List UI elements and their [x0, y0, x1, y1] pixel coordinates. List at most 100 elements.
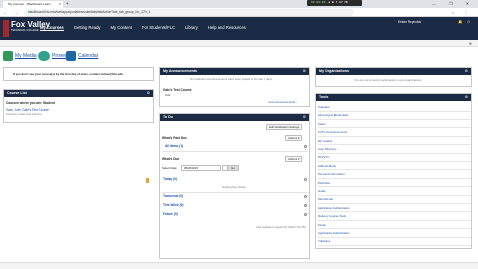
nav-for-students[interactable]: For Students/FLC [142, 25, 175, 30]
gear-icon[interactable]: ⚙ [465, 94, 468, 101]
expand-icon[interactable] [304, 213, 307, 216]
tool-link[interactable]: Tasks [318, 122, 325, 126]
divider [162, 151, 308, 152]
browser-tab[interactable]: My Courses – Blackboard Learn × [3, 1, 63, 8]
mouse-cursor-icon [146, 178, 149, 183]
tools-title: Tools [319, 95, 329, 99]
notice-text: If you don't see your course(s) by the f… [13, 72, 123, 76]
gear-icon[interactable]: ⚙ [465, 68, 468, 75]
announcement-item[interactable]: Test [165, 93, 170, 97]
edit-notification-settings-button[interactable]: Edit Notification Settings [266, 124, 303, 130]
whats-due-label: What's Due [162, 157, 180, 161]
course-list-module: Course List ⚙ Courses where you are: Stud… [3, 89, 154, 123]
tool-link[interactable]: Address Book [318, 164, 336, 168]
divider [318, 110, 471, 111]
tab-title: My Courses – Blackboard Learn [8, 2, 51, 6]
tool-link[interactable]: FVTC Announcements [318, 130, 347, 134]
tool-link[interactable]: Application Authorization [318, 231, 350, 235]
tool-link[interactable]: Calendar [318, 105, 330, 109]
announcement-course-title: Gale's Test Course [163, 88, 192, 92]
divider [318, 228, 471, 229]
this-week-toggle[interactable]: This Week (0) [163, 203, 184, 207]
select-date-input[interactable]: 08/28/2023 [181, 165, 221, 171]
tomorrow-toggle[interactable]: Tomorrow (0) [163, 194, 183, 198]
divider [318, 144, 471, 145]
announcements-empty-text: No Institution Announcements have been p… [190, 77, 273, 81]
divider [318, 202, 471, 204]
screen-recorder-widget[interactable]: 00:00:00 ● ■ 7.87 Mb [307, 0, 362, 6]
my-media-link[interactable]: My Media [15, 53, 37, 59]
today-toggle[interactable]: Today (0) [163, 177, 177, 181]
tool-link[interactable]: Goals [318, 189, 326, 193]
gear-icon[interactable]: ⚙ [147, 90, 150, 97]
past-due-label: What's Past Due [162, 136, 187, 140]
window-controls[interactable]: — ❐ ✕ [432, 0, 475, 7]
course-list-header: Course List ⚙ [4, 90, 153, 97]
divider [318, 169, 471, 170]
gear-icon[interactable]: ⚙ [303, 68, 306, 75]
nav-my-courses[interactable]: My Courses [40, 25, 64, 31]
tools-header: Tools ⚙ [316, 94, 471, 101]
divider [318, 244, 471, 246]
divider [318, 236, 471, 237]
divider [318, 177, 471, 179]
announcements-title: My Announcements [163, 69, 198, 73]
recorder-status: ● ■ 7.87 Mb [328, 1, 349, 4]
course-instructor: Instructor: Gale Joel (Admin) [6, 112, 42, 116]
divider [318, 135, 471, 137]
organizations-module: My Organizations ⚙ You are not currently … [315, 67, 472, 87]
nav-getting-ready[interactable]: Getting Ready [74, 25, 101, 30]
tool-link[interactable]: Application Authorization [318, 206, 350, 210]
notifications-logout-icons[interactable]: 🔔 ⏻ [458, 20, 472, 25]
add-module-icon[interactable]: ⊕ [469, 40, 472, 47]
future-toggle[interactable]: Future (0) [163, 212, 178, 216]
all-items-toggle[interactable]: All Items (1) [165, 144, 183, 148]
gear-icon[interactable]: ⚙ [303, 114, 306, 121]
divider [162, 192, 308, 193]
announcements-module: My Announcements ⚙ No Institution Announc… [159, 67, 310, 107]
expand-icon[interactable] [304, 204, 307, 207]
calendar-icon[interactable] [66, 51, 76, 61]
tool-link[interactable]: Kivuto [318, 223, 326, 227]
course-list-title: Course List [7, 91, 27, 95]
notice-module: If you don't see your course(s) by the f… [3, 67, 154, 81]
tool-link[interactable]: Send Email [318, 197, 333, 201]
tool-link[interactable]: All-Campus Bookmarks [318, 113, 348, 117]
past-due-actions-dropdown[interactable]: Actions ▾ [285, 135, 303, 141]
go-button[interactable]: Go [227, 165, 239, 171]
browser-menu-icons[interactable]: ☆ ⋮ [451, 9, 472, 16]
proven-icon[interactable] [38, 51, 50, 61]
close-tab-icon[interactable]: × [59, 1, 61, 8]
tool-link[interactable]: User Directory [318, 147, 336, 151]
due-actions-dropdown[interactable]: Actions ▾ [285, 156, 303, 162]
divider [318, 118, 471, 120]
expand-icon[interactable] [304, 145, 307, 148]
organizations-title: My Organizations [319, 69, 349, 73]
url-field[interactable]: blackboard.fvtc.edu/webapps/portal/execu… [24, 9, 354, 16]
quick-links: My Media Proven Calendar [0, 50, 130, 64]
tool-link[interactable]: Portfolios [318, 181, 330, 185]
divider [318, 211, 471, 212]
tool-link[interactable]: My Grades [318, 139, 332, 143]
tool-link[interactable]: Delivery Course Tools [318, 214, 346, 218]
calendar-link[interactable]: Calendar [78, 53, 98, 59]
user-menu[interactable]: Kristin Reynolds [398, 20, 421, 25]
tool-link[interactable]: Personal Information [318, 172, 345, 176]
organizations-empty-text: You are not currently participating in a… [354, 78, 422, 82]
tool-link[interactable]: MyFVTC [318, 155, 329, 159]
new-tab-button[interactable]: + [66, 1, 69, 7]
nav-library[interactable]: Library [185, 25, 198, 30]
expand-icon[interactable] [304, 195, 307, 198]
nav-my-content[interactable]: My Content [111, 25, 132, 30]
last-updated-text: Last Updated: August 28, 2023 7:51 PM [256, 225, 306, 229]
browser-tab-strip: My Courses – Blackboard Learn × + 00:00:… [0, 0, 478, 8]
expand-icon[interactable] [304, 178, 307, 181]
todo-header: To Do ⚙ [160, 114, 309, 121]
tools-module: Tools ⚙ Calendar All-Campus Bookmarks Tasks… [315, 93, 472, 249]
nav-help[interactable]: Help and Resources [208, 25, 246, 30]
divider [318, 127, 471, 128]
tool-link[interactable]: YuDeploy [318, 239, 330, 243]
media-icon[interactable] [3, 51, 13, 61]
divider [318, 219, 471, 221]
more-announcements-link[interactable]: more announcements→ [268, 100, 298, 104]
